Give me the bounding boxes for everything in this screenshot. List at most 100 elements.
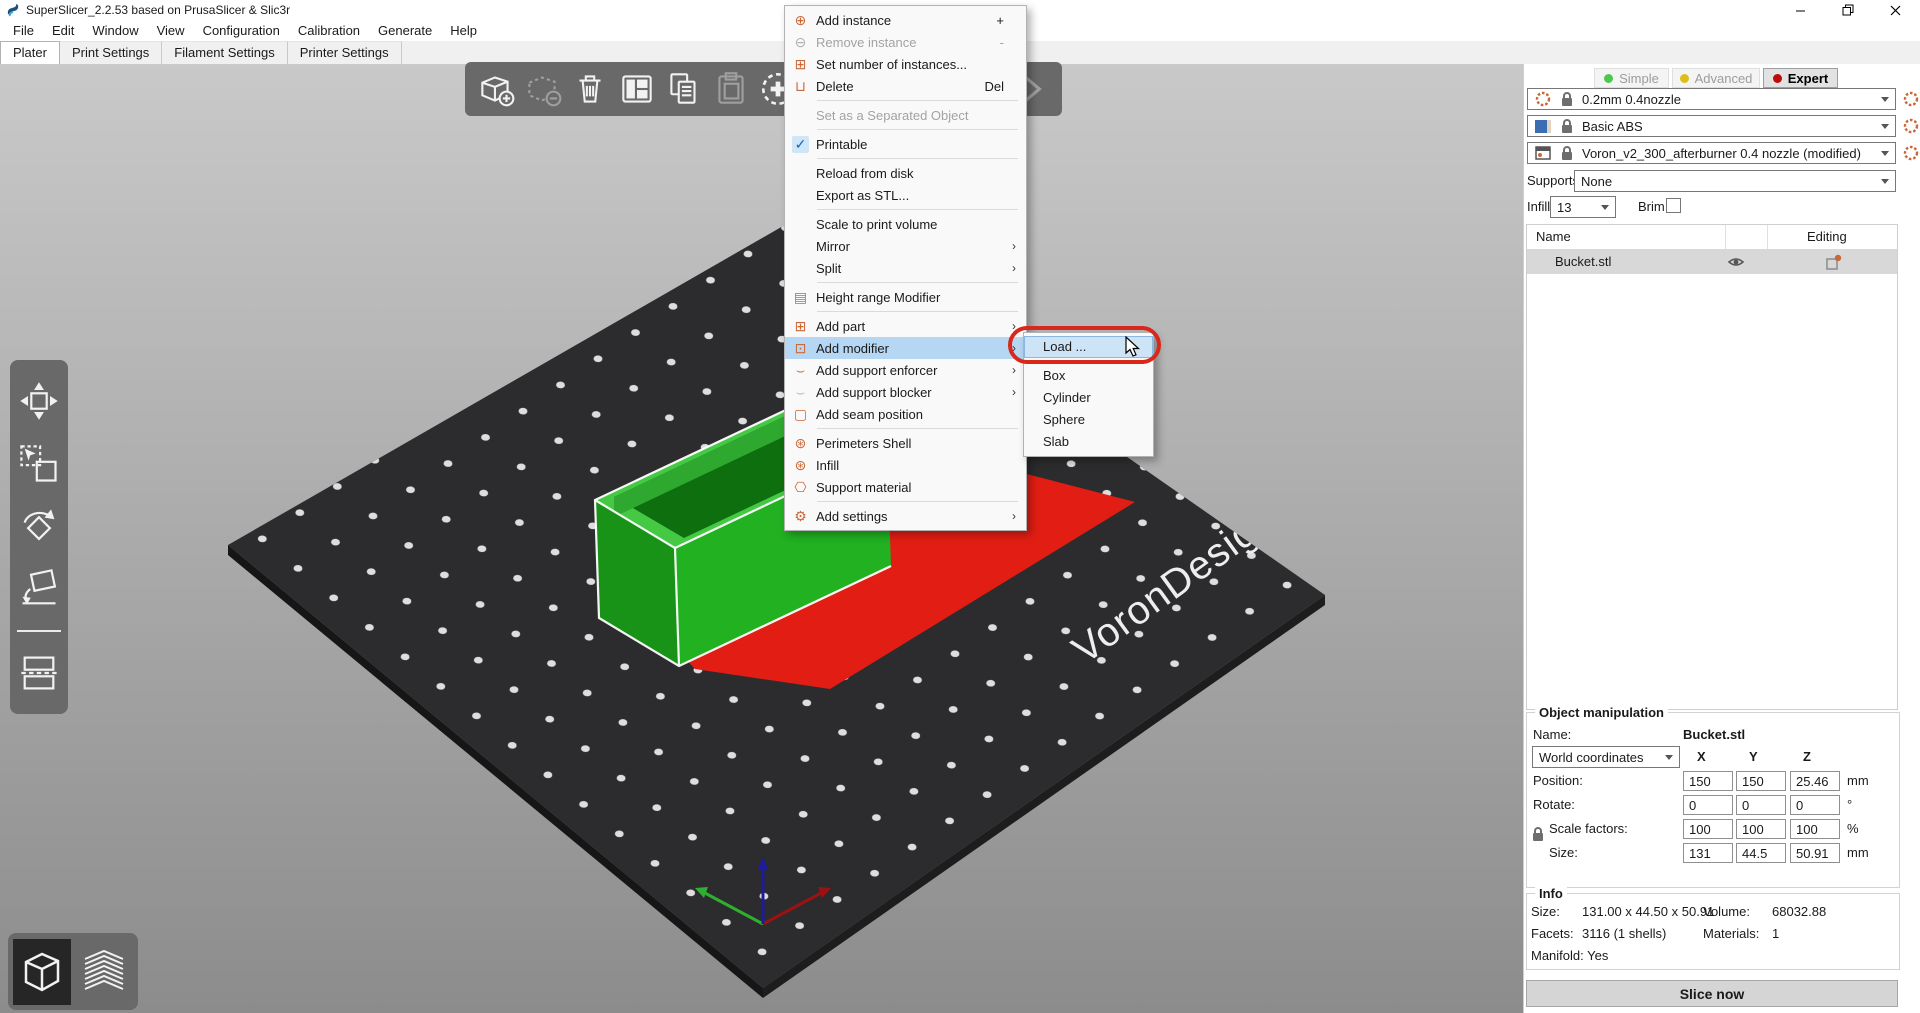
rotate-icon[interactable] [17,505,61,549]
column-name: Name [1536,229,1571,244]
remove-object-icon [522,68,564,110]
menu-item-add-settings[interactable]: ⚙Add settings› [785,505,1026,527]
view-mode-panel [8,933,138,1010]
name-label: Name: [1533,727,1571,742]
mode-button-expert[interactable]: Expert [1763,68,1838,88]
submenu-item-box[interactable]: Box [1024,365,1153,387]
rotate-z-field[interactable]: 0 [1790,795,1840,815]
uniform-scale-lock-icon[interactable] [1531,825,1545,843]
lock-icon [1558,90,1576,108]
restore-icon[interactable] [1831,0,1865,20]
size-z-field[interactable]: 50.91 [1790,843,1840,863]
layers-view-icon[interactable] [75,939,133,1005]
infill-icon: ⊛ [785,454,816,476]
menu-item-reload-from-disk[interactable]: Reload from disk [785,162,1026,184]
cut-icon[interactable] [17,651,61,695]
infill-value: 13 [1557,200,1571,215]
tab-printer-settings[interactable]: Printer Settings [288,41,402,64]
support-blocker-icon: ⌣ [785,381,816,403]
delete-all-icon[interactable] [569,68,611,110]
menu-item-infill[interactable]: ⊛Infill [785,454,1026,476]
mode-button-simple[interactable]: Simple [1594,68,1669,88]
3d-view-icon[interactable] [13,939,71,1005]
window-title: SuperSlicer_2.2.53 based on PrusaSlicer … [26,0,290,20]
filament-gear-icon[interactable] [1902,117,1920,135]
row-label-size: Size: [1549,845,1578,860]
menu-separator [817,311,1018,312]
editing-icon[interactable] [1825,253,1843,271]
scale-factors-y-field[interactable]: 100 [1736,819,1786,839]
coordinates-value: World coordinates [1539,750,1644,765]
menu-item-export-as-stl[interactable]: Export as STL... [785,184,1026,206]
filament-preset-combo[interactable]: Basic ABS [1527,115,1896,137]
menu-item-perimeters-shell[interactable]: ⊛Perimeters Shell [785,432,1026,454]
menubar-item-file[interactable]: File [4,20,43,41]
print-settings-preset-combo[interactable]: 0.2mm 0.4nozzle [1527,88,1896,110]
panel-title: Object manipulation [1535,705,1668,720]
size-x-field[interactable]: 131 [1683,843,1733,863]
scale-icon[interactable] [17,442,61,486]
submenu-item-sphere[interactable]: Sphere [1024,409,1153,431]
right-sidebar: Simple Advanced Expert 0.2mm 0.4nozzle [1523,64,1920,1013]
menu-item-set-number-of-instances[interactable]: ⊞Set number of instances... [785,53,1026,75]
position-x-field[interactable]: 150 [1683,771,1733,791]
menu-item-add-support-blocker[interactable]: ⌣Add support blocker› [785,381,1026,403]
size-y-field[interactable]: 44.5 [1736,843,1786,863]
minimize-icon[interactable] [1783,0,1817,20]
move-icon[interactable] [17,379,61,423]
menu-item-printable[interactable]: ✓Printable [785,133,1026,155]
brim-checkbox[interactable] [1666,198,1681,213]
menu-item-add-modifier[interactable]: ⊡Add modifier› [785,337,1026,359]
infill-combo[interactable]: 13 [1550,196,1616,218]
eye-icon[interactable] [1727,254,1745,270]
menu-item-delete[interactable]: ⊔DeleteDel [785,75,1026,97]
printer-preset-combo[interactable]: Voron_v2_300_afterburner 0.4 nozzle (mod… [1527,142,1896,164]
menubar-item-window[interactable]: Window [83,20,147,41]
menubar-item-configuration[interactable]: Configuration [194,20,289,41]
menu-item-scale-to-print-volume[interactable]: Scale to print volume [785,213,1026,235]
printer-gear-icon[interactable] [1902,144,1920,162]
menu-item-add-instance[interactable]: ⊕Add instance+ [785,9,1026,31]
position-y-field[interactable]: 150 [1736,771,1786,791]
menu-item-split[interactable]: Split› [785,257,1026,279]
volume-label: Volume: [1703,904,1750,919]
print-settings-gear-icon[interactable] [1902,90,1920,108]
tab-print-settings[interactable]: Print Settings [60,41,162,64]
mode-button-advanced[interactable]: Advanced [1672,68,1760,88]
menu-item-label: Mirror [816,239,1012,254]
close-icon[interactable] [1878,0,1912,20]
viewport-3d[interactable]: VoronDesign [0,64,1523,1013]
coordinates-combo[interactable]: World coordinates [1532,746,1680,768]
tab-plater[interactable]: Plater [0,41,60,65]
rotate-y-field[interactable]: 0 [1736,795,1786,815]
menu-item-support-material[interactable]: ⎔Support material [785,476,1026,498]
menu-item-add-part[interactable]: ⊞Add part› [785,315,1026,337]
slice-now-button[interactable]: Slice now [1526,980,1898,1007]
place-on-face-icon[interactable] [17,567,61,611]
panel-title: Info [1535,886,1567,901]
position-z-field[interactable]: 25.46 [1790,771,1840,791]
scale-factors-z-field[interactable]: 100 [1790,819,1840,839]
menubar-item-edit[interactable]: Edit [43,20,83,41]
menubar-item-help[interactable]: Help [441,20,486,41]
menubar-item-generate[interactable]: Generate [369,20,441,41]
menu-item-mirror[interactable]: Mirror› [785,235,1026,257]
menubar-item-calibration[interactable]: Calibration [289,20,369,41]
filament-icon [1534,119,1552,134]
supports-combo[interactable]: None [1574,170,1896,192]
menubar-item-view[interactable]: View [148,20,194,41]
menu-item-label: Scale to print volume [816,217,1012,232]
submenu-item-slab[interactable]: Slab [1024,431,1153,453]
copy-icon[interactable] [663,68,705,110]
arrange-icon[interactable] [616,68,658,110]
menu-item-height-range-modifier[interactable]: ▤Height range Modifier [785,286,1026,308]
rotate-x-field[interactable]: 0 [1683,795,1733,815]
menu-item-add-support-enforcer[interactable]: ⌣Add support enforcer› [785,359,1026,381]
submenu-item-cylinder[interactable]: Cylinder [1024,387,1153,409]
support-enforcer-icon: ⌣ [785,359,816,381]
add-object-icon[interactable] [475,68,517,110]
menu-item-add-seam-position[interactable]: ▢Add seam position [785,403,1026,425]
tab-filament-settings[interactable]: Filament Settings [162,41,287,64]
object-row-bucket[interactable]: Bucket.stl [1527,249,1897,274]
scale-factors-x-field[interactable]: 100 [1683,819,1733,839]
